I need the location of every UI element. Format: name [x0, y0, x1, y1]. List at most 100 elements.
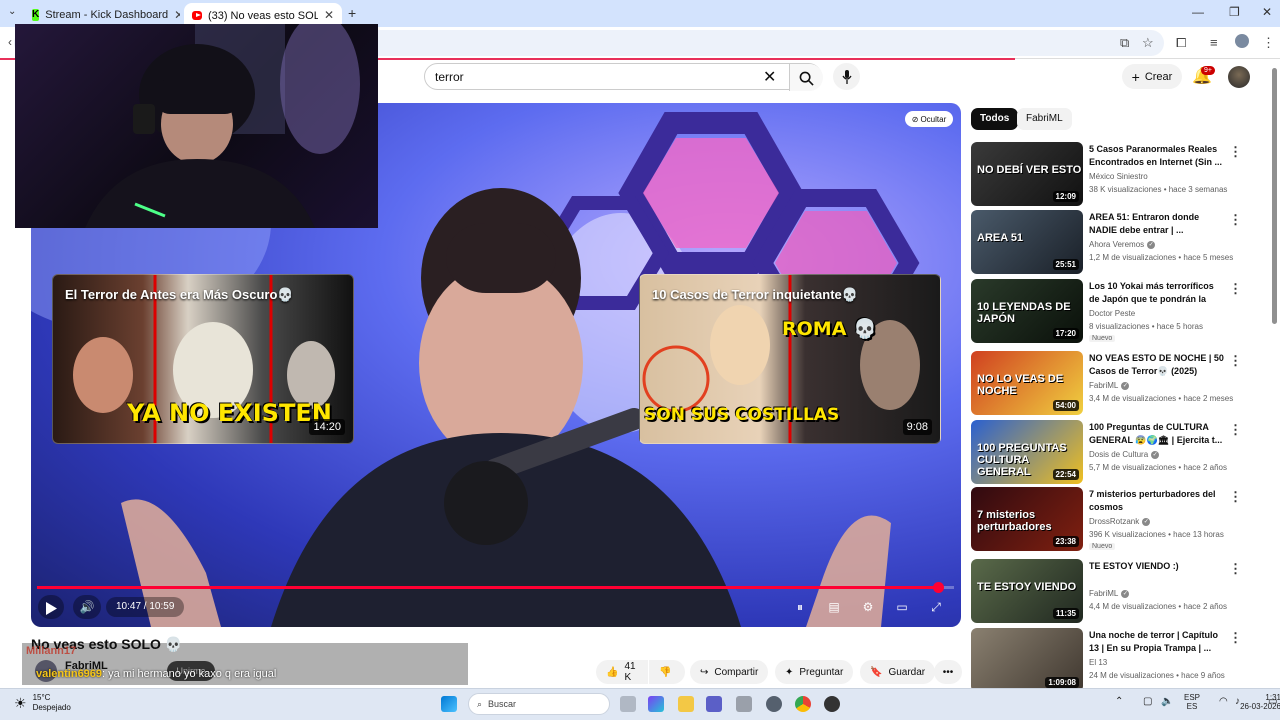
endcard-video-1[interactable]: El Terror de Antes era Más Oscuro💀 YA NO… — [52, 274, 354, 444]
autoplay-toggle-icon[interactable]: ⏸ — [788, 596, 812, 618]
play-button[interactable] — [38, 595, 64, 619]
recommendation-item[interactable]: 10 LEYENDAS DE JAPÓN 17:20 Los 10 Yokai má… — [971, 279, 1271, 343]
more-options-icon[interactable]: ⋮ — [1229, 144, 1242, 160]
like-button[interactable]: 👍 41 K — [596, 660, 648, 684]
search-input[interactable]: terror — [435, 70, 464, 84]
notification-center-icon[interactable]: ▭ — [1268, 696, 1277, 707]
restore-icon[interactable]: ❐ — [1229, 5, 1240, 19]
weather-widget[interactable]: ☀ 15°C Despejado — [14, 693, 71, 713]
cast-icon[interactable]: ⧉ — [1120, 35, 1129, 51]
recommendation-channel[interactable]: El 13 — [1089, 658, 1107, 667]
minimize-icon[interactable]: — — [1192, 5, 1204, 19]
recommendation-item[interactable]: 1:09:08 Una noche de terror | Capítulo 13… — [971, 628, 1271, 692]
recommendation-item[interactable]: 7 misterios perturbadores 23:38 7 misterio… — [971, 487, 1271, 551]
recommendation-title[interactable]: TE ESTOY VIENDO :) — [1089, 560, 1224, 573]
copilot-icon[interactable] — [648, 696, 664, 712]
profile-avatar[interactable] — [1235, 34, 1249, 48]
menu-icon[interactable]: ⋮ — [1262, 35, 1275, 51]
dislike-button[interactable]: 👎 — [649, 660, 685, 684]
back-icon[interactable]: ‹ — [8, 35, 12, 49]
account-avatar[interactable] — [1228, 66, 1250, 88]
close-tab-icon[interactable]: ✕ — [174, 8, 180, 22]
recommendation-channel[interactable]: Dosis de Cultura — [1089, 450, 1148, 459]
recommendation-title[interactable]: 7 misterios perturbadores del cosmos — [1089, 488, 1224, 514]
obs-icon[interactable] — [766, 696, 782, 712]
more-options-icon[interactable]: ⋮ — [1229, 630, 1242, 646]
video-progress-bar[interactable] — [37, 582, 954, 593]
chip-all[interactable]: Todos — [971, 108, 1019, 130]
close-tab-icon[interactable]: ✕ — [324, 8, 334, 22]
recommendation-channel[interactable]: Ahora Veremos — [1089, 240, 1144, 249]
more-options-icon[interactable]: ⋮ — [1229, 353, 1242, 369]
recommendation-channel[interactable]: DrossRotzank — [1089, 517, 1139, 526]
task-view-icon[interactable] — [620, 696, 636, 712]
recommendation-title[interactable]: 100 Preguntas de CULTURA GENERAL 😰🌍🏛 | E… — [1089, 421, 1224, 447]
new-tab-button[interactable]: + — [348, 5, 356, 21]
settings-gear-icon[interactable]: ⚙ — [856, 596, 880, 618]
create-button[interactable]: + Crear — [1122, 64, 1182, 89]
taskbar-search[interactable]: ⌕ Buscar — [468, 693, 610, 715]
recommendation-channel[interactable]: FabriML — [1089, 589, 1118, 598]
recommendation-item[interactable]: NO LO VEAS DE NOCHE 54:00 NO VEAS ESTO DE … — [971, 351, 1271, 415]
lang-indicator[interactable]: ESP ES — [1177, 693, 1207, 711]
save-button[interactable]: 🔖 Guardar — [860, 660, 936, 684]
wifi-icon[interactable]: ◠ — [1219, 696, 1228, 707]
recommendation-title[interactable]: NO VEAS ESTO DE NOCHE | 50 Casos de Terr… — [1089, 352, 1224, 378]
volume-button[interactable]: 🔊 — [73, 595, 101, 619]
recommendation-title[interactable]: 5 Casos Paranormales Reales Encontrados … — [1089, 143, 1224, 169]
recommendation-title[interactable]: AREA 51: Entraron donde NADIE debe entra… — [1089, 211, 1224, 237]
subtitles-icon[interactable]: ▤ — [822, 596, 846, 618]
media-player-icon[interactable] — [824, 696, 840, 712]
time-display: 10:47 / 10:59 — [106, 597, 185, 617]
more-actions-button[interactable]: ••• — [934, 660, 962, 684]
recommendation-item[interactable]: AREA 51 25:51 AREA 51: Entraron donde NADI… — [971, 210, 1271, 274]
more-options-icon[interactable]: ⋮ — [1229, 561, 1242, 577]
clear-search-icon[interactable]: ✕ — [763, 67, 776, 87]
recommendation-thumbnail[interactable]: 100 PREGUNTAS CULTURA GENERAL 22:54 — [971, 420, 1083, 484]
recommendation-title[interactable]: Los 10 Yokai más terroríficos de Japón q… — [1089, 280, 1224, 306]
teams-icon[interactable] — [706, 696, 722, 712]
recommendation-channel[interactable]: Doctor Peste — [1089, 309, 1135, 318]
recommendation-item[interactable]: 100 PREGUNTAS CULTURA GENERAL 22:54 100 Pr… — [971, 420, 1271, 484]
network-icon[interactable]: ▢ — [1143, 696, 1152, 707]
ask-button[interactable]: ✦ Preguntar — [775, 660, 854, 684]
search-button[interactable] — [789, 64, 823, 91]
fullscreen-icon[interactable]: ⤢ — [924, 596, 948, 618]
recommendation-title[interactable]: Una noche de terror | Capítulo 13 | En s… — [1089, 629, 1224, 655]
voice-search-button[interactable] — [833, 63, 860, 90]
recommendation-channel[interactable]: México Siniestro — [1089, 172, 1148, 181]
theater-mode-icon[interactable]: ▭ — [890, 596, 914, 618]
extensions-icon[interactable]: ⧠ — [1176, 35, 1186, 51]
reading-list-icon[interactable]: ≡ — [1210, 35, 1218, 50]
recommendation-channel[interactable]: FabriML — [1089, 381, 1118, 390]
volume-icon[interactable]: 🔈 — [1161, 696, 1173, 707]
scrollbar[interactable] — [1272, 68, 1277, 324]
recommendation-thumbnail[interactable]: 1:09:08 — [971, 628, 1083, 692]
more-options-icon[interactable]: ⋮ — [1229, 422, 1242, 438]
app-icon[interactable] — [736, 696, 752, 712]
recommendation-thumbnail[interactable]: NO LO VEAS DE NOCHE 54:00 — [971, 351, 1083, 415]
recommendation-item[interactable]: TE ESTOY VIENDO 11:35 TE ESTOY VIENDO :) Fa… — [971, 559, 1271, 623]
close-window-icon[interactable]: ✕ — [1262, 5, 1272, 19]
recommendation-thumbnail[interactable]: 7 misterios perturbadores 23:38 — [971, 487, 1083, 551]
chrome-icon[interactable] — [795, 696, 811, 712]
endcard-video-2[interactable]: 10 Casos de Terror inquietante💀 ROMA 💀 S… — [639, 274, 941, 444]
search-box[interactable]: terror ✕ — [424, 63, 823, 91]
recommendation-item[interactable]: NO DEBÍ VER ESTO 12:09 5 Casos Paranormale… — [971, 142, 1271, 206]
bookmark-star-icon[interactable]: ☆ — [1142, 35, 1154, 51]
more-options-icon[interactable]: ⋮ — [1229, 281, 1242, 297]
chip-fabriml[interactable]: FabriML — [1017, 108, 1072, 130]
more-options-icon[interactable]: ⋮ — [1229, 212, 1242, 228]
file-explorer-icon[interactable] — [678, 696, 694, 712]
new-badge: Nuevo — [1089, 543, 1116, 550]
share-button[interactable]: ↪ Compartir — [690, 660, 769, 684]
start-windows-icon[interactable] — [441, 696, 457, 712]
more-options-icon[interactable]: ⋮ — [1229, 489, 1242, 505]
tab-search-icon[interactable]: ⌄ — [8, 6, 16, 17]
recommendation-thumbnail[interactable]: 10 LEYENDAS DE JAPÓN 17:20 — [971, 279, 1083, 343]
recommendation-thumbnail[interactable]: AREA 51 25:51 — [971, 210, 1083, 274]
hide-cards-button[interactable]: ⊘ Ocultar — [905, 111, 953, 127]
tray-chevron-icon[interactable]: ⌃ — [1115, 696, 1123, 707]
recommendation-thumbnail[interactable]: TE ESTOY VIENDO 11:35 — [971, 559, 1083, 623]
recommendation-thumbnail[interactable]: NO DEBÍ VER ESTO 12:09 — [971, 142, 1083, 206]
